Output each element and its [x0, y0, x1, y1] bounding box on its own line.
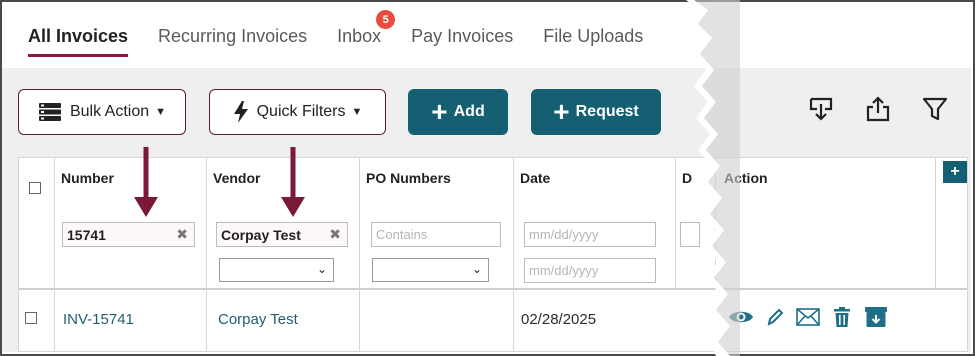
annotation-arrow-number [134, 147, 158, 217]
select-column-header [19, 158, 55, 288]
tab-bar: All Invoices Recurring Invoices Inbox 5 P… [28, 10, 673, 57]
request-button[interactable]: + Request [531, 89, 661, 135]
po-filter-placeholder: Contains [376, 227, 428, 242]
row-actions [728, 306, 900, 328]
clear-icon[interactable]: ✖ [176, 226, 188, 243]
add-column-button[interactable]: + [943, 161, 967, 183]
download-tray-icon[interactable] [807, 95, 835, 123]
po-filter-select[interactable]: ⌄ [372, 258, 489, 282]
vendor-link[interactable]: Corpay Test [218, 311, 298, 328]
tab-recurring-invoices[interactable]: Recurring Invoices [158, 26, 307, 47]
add-button[interactable]: + Add [408, 89, 508, 135]
tab-label: File Uploads [543, 26, 644, 46]
archive-box-icon[interactable] [864, 306, 888, 328]
po-filter-input[interactable]: Contains [371, 222, 501, 247]
chevron-down-icon: ⌄ [316, 262, 327, 276]
caret-down-icon: ▼ [155, 106, 167, 118]
add-label: Add [453, 103, 485, 120]
envelope-icon[interactable] [796, 308, 820, 326]
tab-pay-invoices[interactable]: Pay Invoices [411, 26, 513, 47]
tab-all-invoices[interactable]: All Invoices [28, 26, 129, 57]
quick-filters-button[interactable]: Quick Filters ▼ [209, 89, 386, 135]
header-divider [19, 288, 967, 290]
date-to-input[interactable]: mm/dd/yyyy [524, 258, 656, 283]
column-label: Number [61, 170, 114, 186]
tab-label: Pay Invoices [411, 26, 514, 46]
select-all-checkbox[interactable] [29, 182, 41, 194]
number-filter-input[interactable]: 15741 ✖ [62, 222, 195, 247]
bulk-action-label: Bulk Action [69, 103, 150, 120]
row-divider [54, 289, 55, 352]
date-from-placeholder: mm/dd/yyyy [529, 227, 599, 242]
row-divider [513, 289, 514, 352]
server-stack-icon [38, 102, 62, 122]
invoice-number-link[interactable]: INV-15741 [63, 311, 134, 328]
lightning-icon [233, 101, 249, 123]
torn-edge-divider [686, 0, 740, 356]
caret-down-icon: ▼ [351, 106, 363, 118]
plus-icon: + [553, 96, 570, 127]
vendor-filter-select[interactable]: ⌄ [219, 258, 334, 282]
chevron-down-icon: ⌄ [471, 262, 482, 276]
number-filter-value: 15741 [67, 226, 106, 243]
funnel-icon[interactable] [921, 95, 949, 123]
upload-share-icon[interactable] [864, 95, 892, 123]
tab-label: Inbox [337, 26, 382, 46]
invoice-date: 02/28/2025 [521, 311, 597, 328]
vendor-filter-value: Corpay Test [221, 226, 301, 243]
request-label: Request [575, 103, 639, 120]
date-to-placeholder: mm/dd/yyyy [529, 263, 599, 278]
column-header-action: Action [716, 158, 936, 288]
inbox-count-badge: 5 [376, 10, 396, 29]
quick-filters-label: Quick Filters [256, 103, 346, 120]
column-label: PO Numbers [366, 170, 451, 186]
column-label: Date [520, 170, 551, 186]
tab-file-uploads[interactable]: File Uploads [543, 26, 643, 47]
tab-label: All Invoices [28, 26, 129, 46]
row-divider [359, 289, 360, 352]
date-from-input[interactable]: mm/dd/yyyy [524, 222, 656, 247]
annotation-arrow-vendor [281, 147, 305, 217]
pencil-icon[interactable] [766, 307, 784, 327]
clear-icon[interactable]: ✖ [329, 226, 341, 243]
column-label: Vendor [213, 170, 261, 186]
tab-label: Recurring Invoices [158, 26, 308, 46]
bulk-action-button[interactable]: Bulk Action ▼ [18, 89, 186, 135]
plus-icon: + [431, 96, 448, 127]
trash-icon[interactable] [832, 306, 852, 328]
tab-inbox[interactable]: Inbox 5 [337, 10, 396, 47]
row-select-checkbox[interactable] [25, 312, 37, 324]
row-divider [206, 289, 207, 352]
vendor-filter-input[interactable]: Corpay Test ✖ [216, 222, 348, 247]
